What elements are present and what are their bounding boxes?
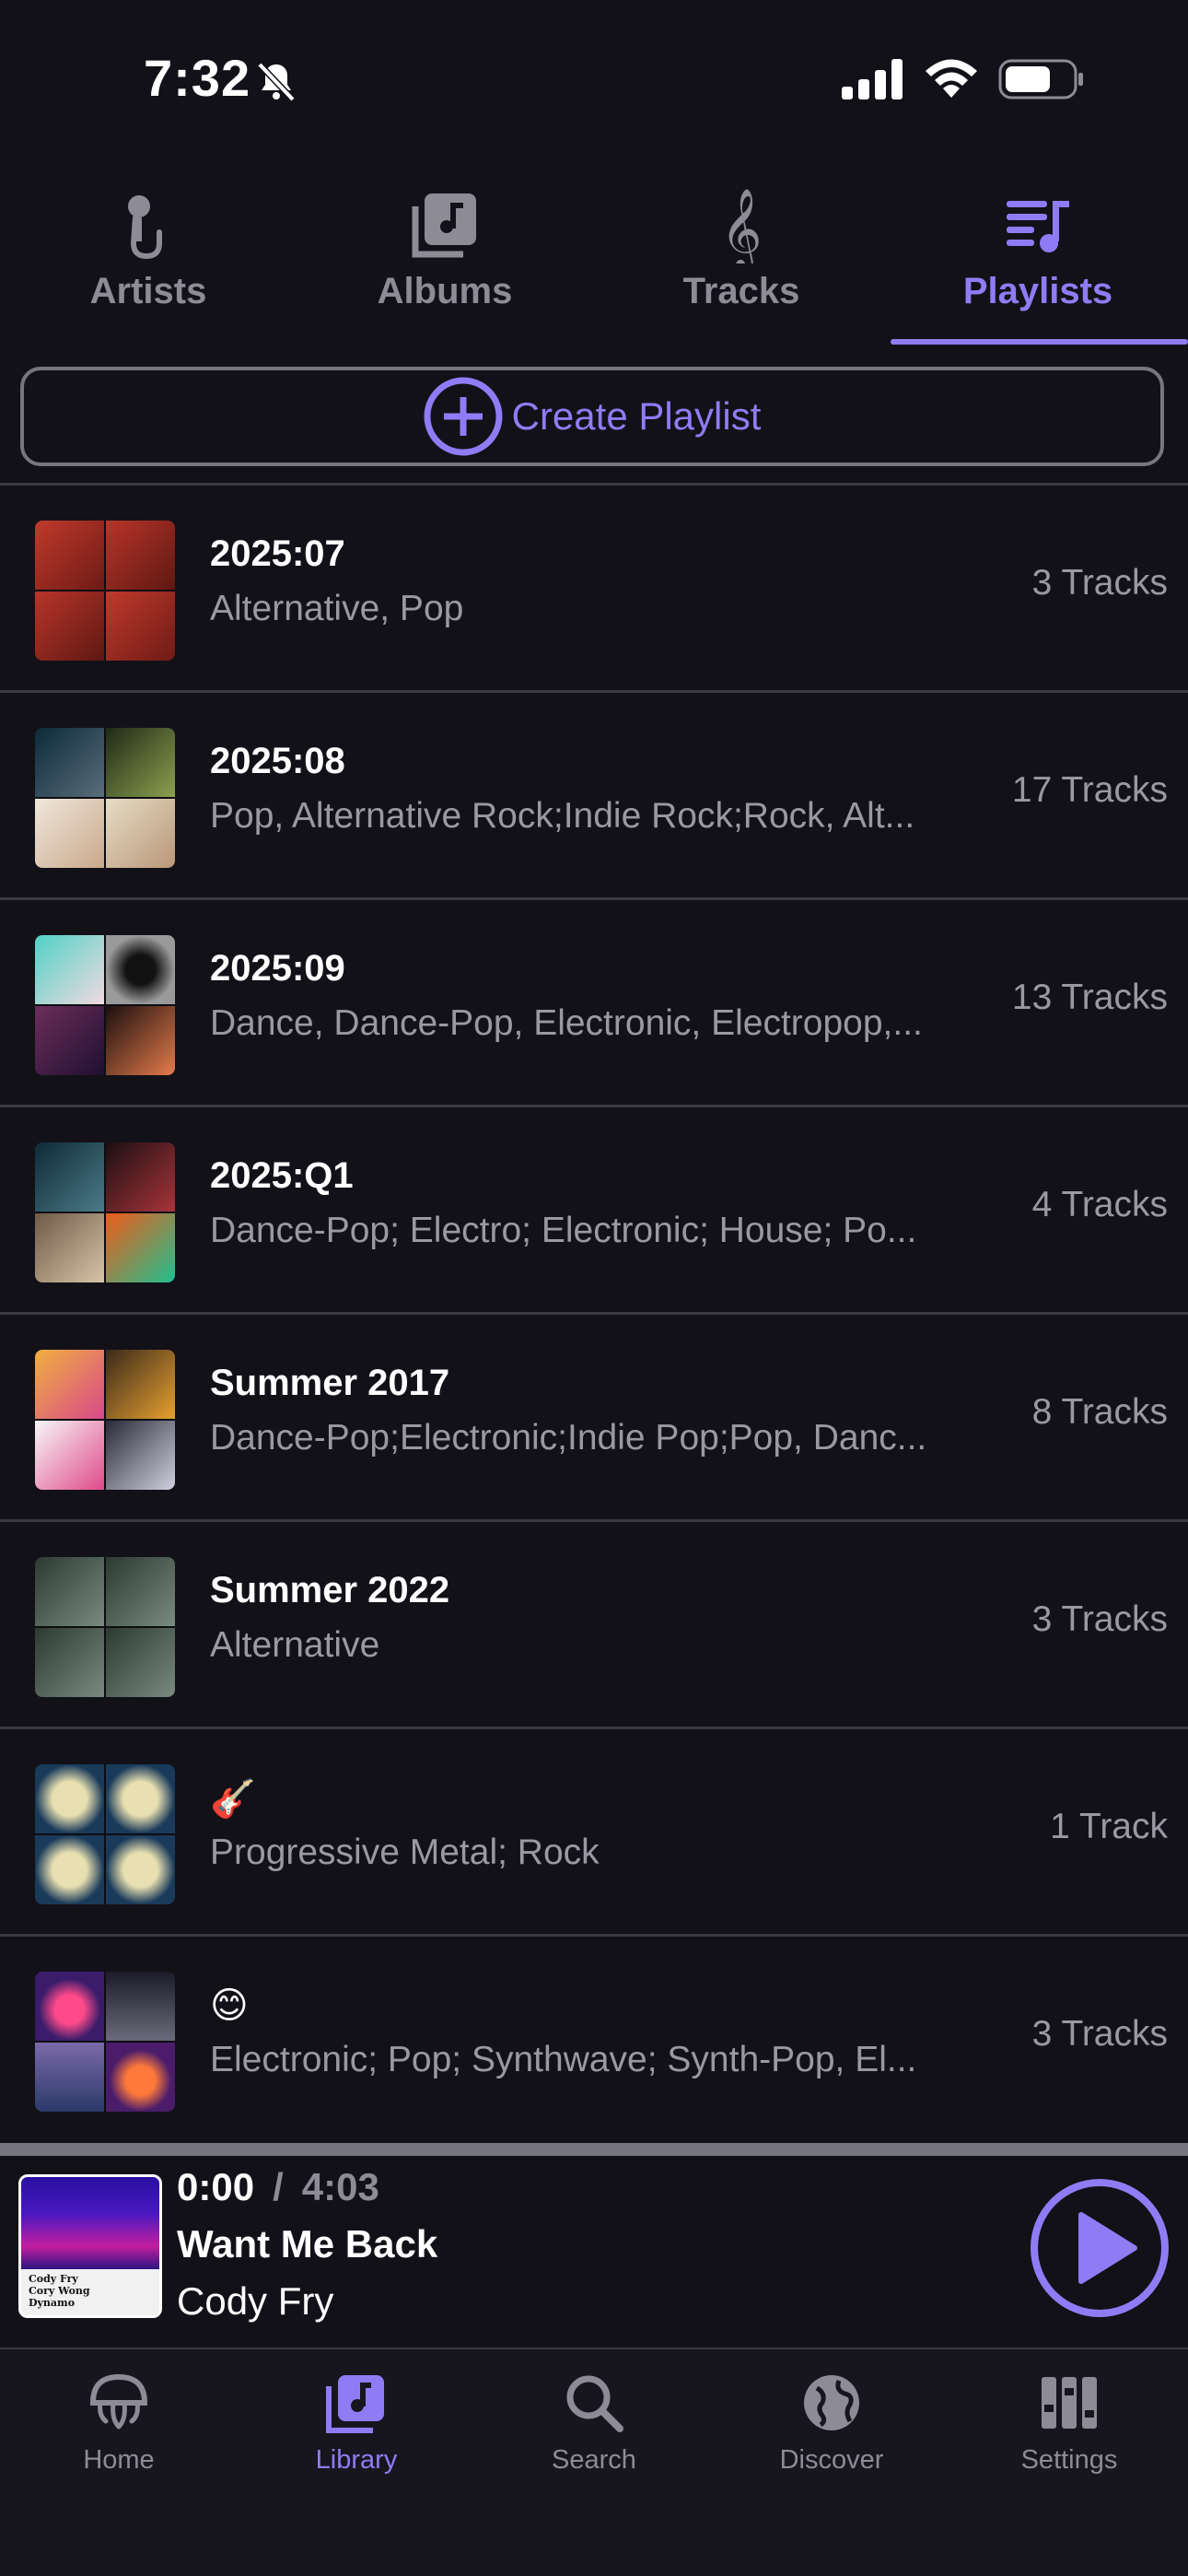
tab-albums[interactable]: Albums (297, 175, 593, 346)
now-playing-title: Want Me Back (177, 2222, 438, 2266)
bell-muted-icon (257, 62, 296, 102)
mini-player-progress-track (0, 2143, 1188, 2156)
playlist-genres: Alternative (210, 1625, 380, 1665)
playback-time: 0:00 / 4:03 (177, 2165, 379, 2209)
status-bar: 7:32 (0, 0, 1188, 157)
nav-label: Settings (1020, 2445, 1118, 2475)
playlist-title: 2025:Q1 (210, 1155, 354, 1196)
album-icon (412, 193, 476, 258)
jellyfish-icon (89, 2373, 148, 2430)
playlist-title: 🎸 (210, 1779, 256, 1820)
playlist-title: 2025:07 (210, 533, 345, 574)
playlist-artwork (35, 935, 175, 1075)
time-separator: / (273, 2165, 284, 2208)
search-icon (566, 2375, 623, 2432)
playlist-title: 2025:09 (210, 948, 345, 989)
playlist-track-count: 1 Track (1050, 1807, 1168, 1846)
tab-label: Artists (89, 271, 207, 311)
tab-label: Albums (377, 271, 513, 311)
tab-tracks[interactable]: 𝄞 Tracks (593, 175, 890, 346)
playlist-genres: Dance, Dance-Pop, Electronic, Electropop… (210, 1003, 923, 1043)
battery-icon (998, 59, 1083, 100)
playlist-row[interactable]: 2025:09 Dance, Dance-Pop, Electronic, El… (0, 900, 1188, 1105)
wifi-icon (926, 59, 977, 98)
playlist-artwork (35, 1972, 175, 2112)
globe-icon (804, 2375, 859, 2430)
playlist-title: Summer 2022 (210, 1570, 450, 1610)
track-duration: 4:03 (301, 2165, 379, 2208)
playlist-row[interactable]: 😊 Electronic; Pop; Synthwave; Synth-Pop,… (0, 1937, 1188, 2141)
mini-player[interactable]: Cody Fry Cory Wong Dynamo 0:00 / 4:03 Want… (0, 2156, 1188, 2348)
nav-label: Home (83, 2445, 155, 2475)
playlist-row[interactable]: 2025:08 Pop, Alternative Rock;Indie Rock… (0, 693, 1188, 897)
playlist-genres: Dance-Pop;Electronic;Indie Pop;Pop, Danc… (210, 1418, 927, 1458)
microphone-icon (128, 195, 162, 260)
now-playing-artwork: Cody Fry Cory Wong Dynamo (18, 2174, 162, 2318)
playlist-genres: Alternative, Pop (210, 589, 464, 628)
playlist-track-count: 8 Tracks (1031, 1392, 1168, 1432)
playlist-row[interactable]: Summer 2022 Alternative 3 Tracks (0, 1522, 1188, 1727)
playlist-track-count: 3 Tracks (1031, 563, 1168, 603)
playlist-artwork (35, 1557, 175, 1697)
plus-circle-icon (424, 377, 503, 456)
tab-playlists[interactable]: Playlists (890, 175, 1186, 346)
cellular-signal-icon (842, 59, 903, 100)
library-icon (326, 2375, 384, 2433)
treble-clef-icon: 𝄞 (721, 187, 763, 263)
nav-search[interactable]: Search (475, 2370, 713, 2476)
playlist-row[interactable]: 🎸 Progressive Metal; Rock 1 Track (0, 1729, 1188, 1934)
nav-label: Discover (779, 2445, 884, 2475)
play-button[interactable] (1030, 2178, 1170, 2318)
playlist-track-count: 3 Tracks (1031, 1599, 1168, 1639)
library-tabs: Artists Albums 𝄞 Tracks Playlists (0, 175, 1188, 346)
playlist-artwork (35, 521, 175, 661)
nav-label: Search (552, 2445, 636, 2475)
playlist-artwork (35, 728, 175, 868)
playlist-artwork (35, 1764, 175, 1904)
now-playing-artist: Cody Fry (177, 2279, 334, 2323)
playlist-title: 2025:08 (210, 741, 345, 781)
nav-library[interactable]: Library (238, 2370, 475, 2476)
nav-discover[interactable]: Discover (713, 2370, 950, 2476)
playlist-row[interactable]: 2025:07 Alternative, Pop 3 Tracks (0, 486, 1188, 690)
playlist-artwork (35, 1350, 175, 1490)
playlist-track-count: 13 Tracks (1011, 978, 1168, 1017)
status-time: 7:32 (144, 49, 251, 107)
playlist-track-count: 17 Tracks (1011, 770, 1168, 810)
playlist-artwork (35, 1142, 175, 1282)
tab-label: Playlists (962, 271, 1113, 311)
playlist-genres: Pop, Alternative Rock;Indie Rock;Rock, A… (210, 796, 915, 836)
nav-label: Library (315, 2445, 398, 2475)
playlist-genres: Dance-Pop; Electro; Electronic; House; P… (210, 1211, 917, 1250)
create-playlist-label: Create Playlist (511, 394, 762, 438)
tab-artists[interactable]: Artists (0, 175, 297, 346)
playlist-genres: Progressive Metal; Rock (210, 1832, 600, 1872)
nav-settings[interactable]: Settings (950, 2370, 1188, 2476)
svg-text:𝄞: 𝄞 (721, 187, 763, 263)
playlist-genres: Electronic; Pop; Synthwave; Synth-Pop, E… (210, 2040, 917, 2079)
playlist-row[interactable]: 2025:Q1 Dance-Pop; Electro; Electronic; … (0, 1107, 1188, 1312)
nav-home[interactable]: Home (0, 2370, 238, 2476)
current-position: 0:00 (177, 2165, 255, 2208)
playlist-row[interactable]: Summer 2017 Dance-Pop;Electronic;Indie P… (0, 1315, 1188, 1519)
playlist-track-count: 4 Tracks (1031, 1185, 1168, 1224)
tab-label: Tracks (682, 271, 800, 311)
settings-icon (1042, 2377, 1097, 2429)
artwork-caption: Cody Fry Cory Wong Dynamo (29, 2273, 90, 2309)
create-playlist-button[interactable]: Create Playlist (20, 367, 1164, 466)
active-tab-indicator (891, 339, 1188, 345)
playlist-track-count: 3 Tracks (1031, 2014, 1168, 2054)
bottom-navigation: Home Library Search Discover Settings (0, 2349, 1188, 2576)
playlist-icon (1007, 201, 1069, 252)
playlist-title: 😊 (210, 1985, 249, 2026)
playlist-title: Summer 2017 (210, 1363, 450, 1403)
